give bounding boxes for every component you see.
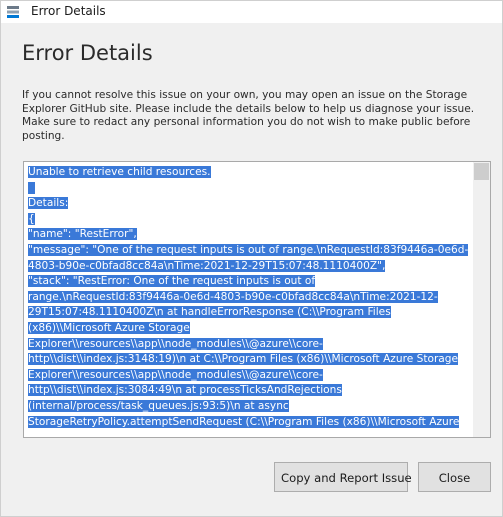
- details-line-text: {: [28, 212, 35, 225]
- details-line-text: range.\nRequestId:83f9446a-0e6d-4803-b90…: [28, 290, 438, 303]
- copy-and-report-issue-button[interactable]: Copy and Report Issue: [274, 462, 412, 492]
- details-line: "stack": "RestError: One of the request …: [28, 274, 473, 290]
- details-line: Explorer\\resources\\app\\node_modules\\…: [28, 337, 473, 353]
- error-details-textbox[interactable]: Unable to retrieve child resources. Deta…: [23, 161, 491, 438]
- details-line: {: [28, 212, 473, 228]
- dialog-heading: Error Details: [22, 41, 153, 65]
- details-line: http\\dist\\index.js:3148:19)\n at C:\\P…: [28, 352, 473, 368]
- details-line: (x86)\\Microsoft Azure Storage: [28, 321, 473, 337]
- details-line: range.\nRequestId:83f9446a-0e6d-4803-b90…: [28, 290, 473, 306]
- storage-explorer-icon: [7, 6, 19, 18]
- title-bar[interactable]: Error Details: [1, 1, 502, 23]
- details-line-text: Explorer\\resources\\app\\node_modules\\…: [28, 368, 323, 381]
- details-line-text: Explorer\\resources\\app\\node_modules\\…: [28, 337, 323, 350]
- details-line: 29T15:07:48.1110400Z\n at handleErrorRes…: [28, 305, 473, 321]
- details-line-text: (x86)\\Microsoft Azure Storage: [28, 321, 190, 334]
- details-line-text: Details:: [28, 197, 69, 210]
- details-line-text: http\\dist\\index.js:3084:49\n at proces…: [28, 384, 342, 397]
- details-line: 4803-b90e-c0bfad8cc84a\nTime:2021-12-29T…: [28, 259, 473, 275]
- details-line: "message": "One of the request inputs is…: [28, 243, 473, 259]
- details-line-text: Unable to retrieve child resources.: [28, 166, 211, 178]
- vertical-scrollbar[interactable]: [473, 162, 490, 437]
- dialog-description: If you cannot resolve this issue on your…: [22, 89, 475, 142]
- details-line: "name": "RestError",: [28, 227, 473, 243]
- close-button[interactable]: Close: [418, 462, 491, 492]
- details-line-text: "message": "One of the request inputs is…: [28, 243, 469, 256]
- scrollbar-thumb[interactable]: [474, 163, 489, 180]
- details-line: [28, 181, 473, 197]
- details-line: http\\dist\\index.js:3084:49\n at proces…: [28, 383, 473, 399]
- details-line: Unable to retrieve child resources.: [28, 165, 473, 181]
- details-line: (internal/process/task_queues.js:93:5)\n…: [28, 399, 473, 415]
- details-line-text: "name": "RestError",: [28, 228, 137, 241]
- details-line-text: "stack": "RestError: One of the request …: [28, 275, 316, 288]
- details-line-text: http\\dist\\index.js:3148:19)\n at C:\\P…: [28, 353, 459, 366]
- details-line-text: StorageRetryPolicy.attemptSendRequest (C…: [28, 415, 460, 428]
- window-title: Error Details: [31, 4, 106, 18]
- error-details-window: Error Details Error Details If you canno…: [0, 0, 503, 517]
- details-line: StorageRetryPolicy.attemptSendRequest (C…: [28, 415, 473, 431]
- error-details-text: Unable to retrieve child resources. Deta…: [28, 165, 473, 430]
- details-line: Details:: [28, 196, 473, 212]
- details-line-text: (internal/process/task_queues.js:93:5)\n…: [28, 399, 289, 412]
- details-line-text: 29T15:07:48.1110400Z\n at handleErrorRes…: [28, 306, 391, 319]
- details-line-text: [28, 181, 35, 194]
- details-line-text: 4803-b90e-c0bfad8cc84a\nTime:2021-12-29T…: [28, 259, 386, 272]
- details-line: Explorer\\resources\\app\\node_modules\\…: [28, 368, 473, 384]
